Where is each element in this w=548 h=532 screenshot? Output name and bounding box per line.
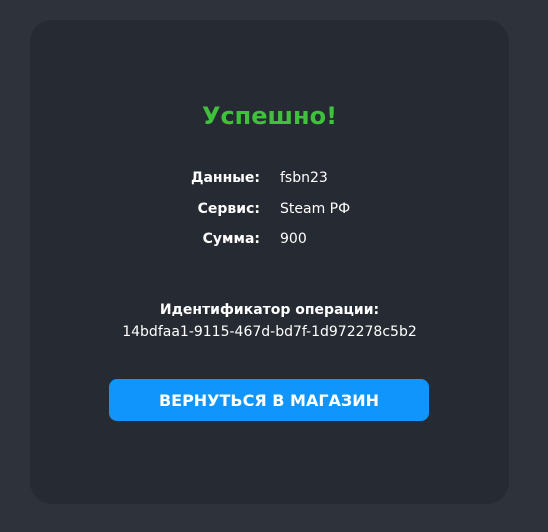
detail-value-amount: 900 (280, 231, 307, 247)
detail-label-data: Данные: (190, 170, 260, 186)
result-card: Успешно! Данные: fsbn23 Сервис: Steam РФ… (30, 20, 509, 504)
detail-value-data: fsbn23 (280, 170, 328, 186)
detail-label-amount: Сумма: (202, 231, 260, 247)
detail-row-amount: Сумма: 900 (30, 231, 509, 253)
operation-id-value: 14bdfaa1-9115-467d-bd7f-1d972278c5b2 (122, 324, 417, 340)
detail-value-service: Steam РФ (280, 201, 351, 217)
return-to-shop-button[interactable]: ВЕРНУТЬСЯ В МАГАЗИН (109, 379, 429, 421)
detail-row-service: Сервис: Steam РФ (30, 201, 509, 223)
detail-label-service: Сервис: (197, 201, 260, 217)
operation-id-label: Идентификатор операции: (159, 302, 380, 318)
detail-row-data: Данные: fsbn23 (30, 170, 509, 192)
success-title: Успешно! (201, 102, 338, 130)
